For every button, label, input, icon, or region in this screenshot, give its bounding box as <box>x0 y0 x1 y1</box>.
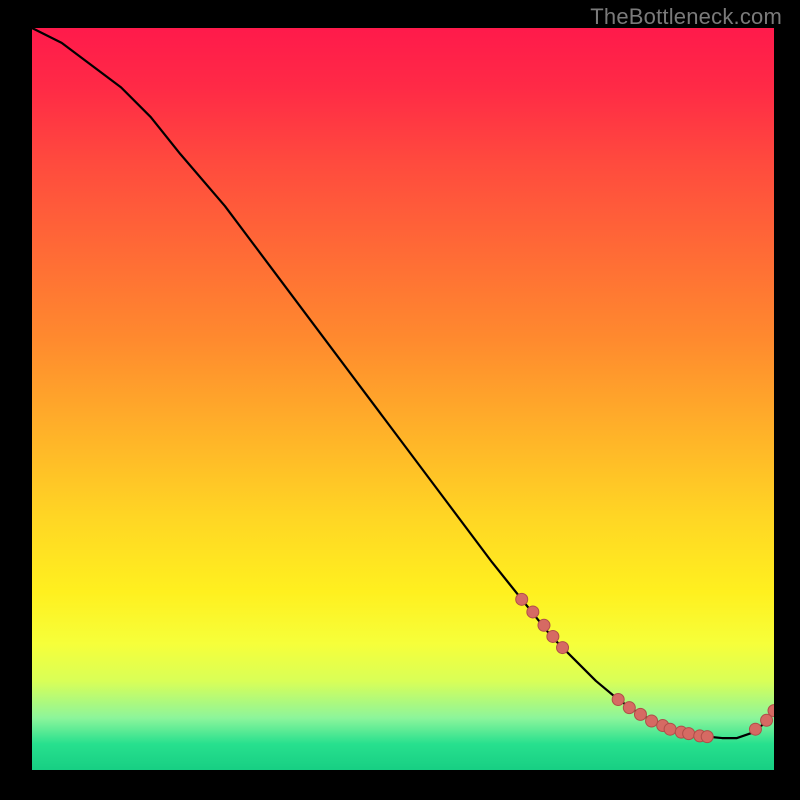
data-marker <box>538 619 550 631</box>
watermark-text: TheBottleneck.com <box>590 4 782 30</box>
data-marker <box>612 694 624 706</box>
data-marker <box>547 630 559 642</box>
data-marker <box>701 731 713 743</box>
bottleneck-curve <box>32 28 774 738</box>
data-markers <box>516 593 774 742</box>
data-marker <box>557 642 569 654</box>
data-marker <box>749 723 761 735</box>
plot-area <box>32 28 774 770</box>
data-marker <box>646 715 658 727</box>
chart-overlay <box>32 28 774 770</box>
data-marker <box>683 728 695 740</box>
data-marker <box>634 708 646 720</box>
data-marker <box>664 723 676 735</box>
chart-stage: TheBottleneck.com <box>0 0 800 800</box>
data-marker <box>516 593 528 605</box>
data-marker <box>623 702 635 714</box>
data-marker <box>527 606 539 618</box>
